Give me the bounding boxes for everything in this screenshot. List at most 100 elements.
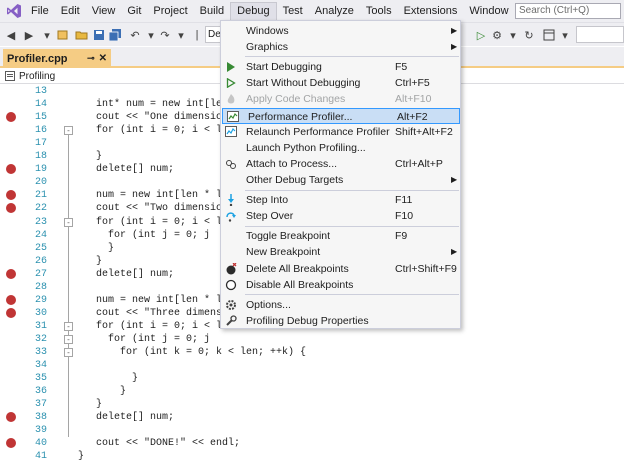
start-debugging-icon[interactable]: ▷ [474,28,488,42]
solution-configuration-select[interactable]: De [205,26,221,43]
forward-icon[interactable]: ▶ [22,28,36,42]
menu-item-other-debug-targets[interactable]: Other Debug Targets ▶ [221,172,460,188]
submenu-arrow-icon: ▶ [451,175,458,185]
menu-git[interactable]: Git [121,2,147,20]
visual-studio-logo-icon [3,0,25,22]
breakpoint-icon[interactable] [6,112,16,123]
menu-project[interactable]: Project [147,2,193,20]
collapse-icon[interactable]: - [64,348,73,357]
menu-extensions[interactable]: Extensions [398,2,464,20]
collapse-icon[interactable]: - [64,126,73,136]
collapse-icon[interactable]: - [64,334,73,344]
code-line[interactable]: 38 delete[] num; [0,411,624,424]
collapse-icon[interactable]: - [64,217,73,227]
code-text: } [120,386,127,398]
chevron-down-icon[interactable]: ▾ [506,28,520,42]
menu-item-shortcut: Shift+Alt+F2 [395,125,453,138]
menu-debug[interactable]: Debug [230,2,277,20]
delete-breakpoints-icon [225,262,237,275]
search-input[interactable]: Search (Ctrl+Q) [515,3,621,19]
pin-icon[interactable]: ⊸ [87,53,95,64]
menu-item-relaunch-performance-profiler[interactable]: Relaunch Performance Profiler Shift+Alt+F… [221,124,460,140]
menu-test[interactable]: Test [277,2,309,20]
menu-item-delete-all-breakpoints[interactable]: Delete All Breakpoints Ctrl+Shift+F9 [221,261,460,277]
breakpoint-icon[interactable] [6,203,16,214]
code-line[interactable]: 32 - for (int j = 0; j [0,333,624,346]
breakpoint-icon[interactable] [6,190,16,201]
menu-item-performance-profiler[interactable]: Performance Profiler... Alt+F2 [222,107,460,124]
line-number: 34 [34,360,47,372]
collapse-icon[interactable]: - [64,321,73,331]
menu-view[interactable]: View [86,2,122,20]
menu-item-label: Graphics [246,41,289,54]
line-number: 36 [34,386,47,398]
wrench-icon [225,315,237,327]
breakpoint-icon[interactable] [6,164,16,175]
line-number: 29 [34,294,47,306]
chevron-down-icon[interactable]: ▾ [558,28,572,42]
breakpoint-icon[interactable] [6,294,16,305]
menu-item-toggle-breakpoint[interactable]: Toggle Breakpoint F9 [221,228,460,244]
layout-icon[interactable] [542,28,556,42]
code-line[interactable]: 40 cout << "DONE!" << endl; [0,437,624,450]
menu-item-profiling-debug-properties[interactable]: Profiling Debug Properties [221,313,460,329]
menu-item-step-over[interactable]: Step Over F10 [221,208,460,224]
code-line[interactable]: 39 [0,424,624,437]
code-line[interactable]: 37} [0,398,624,411]
code-line[interactable]: 35} [0,372,624,385]
line-number: 39 [34,425,47,437]
undo-icon[interactable]: ↶ [128,28,142,42]
tab-profiler-cpp[interactable]: Profiler.cpp ⊸ ✕ [3,49,111,68]
step-over-icon [225,210,237,223]
target-settings-icon[interactable]: ⚙ [490,28,504,42]
back-icon[interactable]: ◀ [4,28,18,42]
line-number: 27 [34,268,47,280]
chevron-down-icon[interactable]: ▾ [40,28,54,42]
save-icon[interactable] [92,28,106,42]
menu-window[interactable]: Window [463,2,514,20]
menu-item-options[interactable]: Options... [221,297,460,313]
breakpoint-icon[interactable] [6,268,16,279]
code-line[interactable]: 33 - for (int k = 0; k < len; ++k) { [0,346,624,359]
code-text: for (int i = 0; i < le [96,125,229,137]
new-project-icon[interactable] [56,28,70,42]
menu-item-windows[interactable]: Windows ▶ [221,23,460,39]
code-line[interactable]: 41} [0,450,624,463]
breakpoint-icon[interactable] [6,438,16,449]
close-icon[interactable]: ✕ [99,53,107,64]
menu-item-apply-code-changes[interactable]: Apply Code Changes Alt+F10 [221,91,460,107]
chevron-down-icon[interactable]: ▾ [174,28,188,42]
toolbar-combo[interactable] [576,26,624,43]
line-number: 26 [34,255,47,267]
code-line[interactable]: 34 [0,359,624,372]
menu-build[interactable]: Build [194,2,230,20]
code-text: cout << "One dimension [96,112,229,124]
project-icon [5,71,15,81]
code-line[interactable]: 36} [0,385,624,398]
menu-item-new-breakpoint[interactable]: New Breakpoint ▶ [221,244,460,260]
menu-edit[interactable]: Edit [55,2,86,20]
menu-item-launch-python-profiling[interactable]: Launch Python Profiling... [221,140,460,156]
menu-item-start-without-debugging[interactable]: Start Without Debugging Ctrl+F5 [221,75,460,91]
menu-item-step-into[interactable]: Step Into F11 [221,192,460,208]
menu-item-graphics[interactable]: Graphics ▶ [221,39,460,55]
breakpoint-icon[interactable] [6,412,16,423]
redo-icon[interactable]: ↷ [158,28,172,42]
menu-item-attach-to-process[interactable]: Attach to Process... Ctrl+Alt+P [221,156,460,172]
menu-item-start-debugging[interactable]: Start Debugging F5 [221,59,460,75]
line-number: 21 [34,190,47,202]
line-number: 18 [34,151,47,163]
line-number: 22 [34,203,47,215]
project-name[interactable]: Profiling [19,71,55,82]
menu-file[interactable]: File [25,2,55,20]
chevron-down-icon[interactable]: ▾ [144,28,158,42]
breakpoint-icon[interactable] [6,307,16,318]
hot-reload-icon[interactable]: ↻ [522,28,536,42]
open-folder-icon[interactable] [74,28,88,42]
menu-analyze[interactable]: Analyze [309,2,360,20]
menu-item-disable-all-breakpoints[interactable]: Disable All Breakpoints [221,277,460,293]
submenu-arrow-icon: ▶ [451,247,458,257]
menu-item-shortcut: Ctrl+Alt+P [395,158,443,171]
save-all-icon[interactable] [108,28,122,42]
menu-tools[interactable]: Tools [360,2,398,20]
